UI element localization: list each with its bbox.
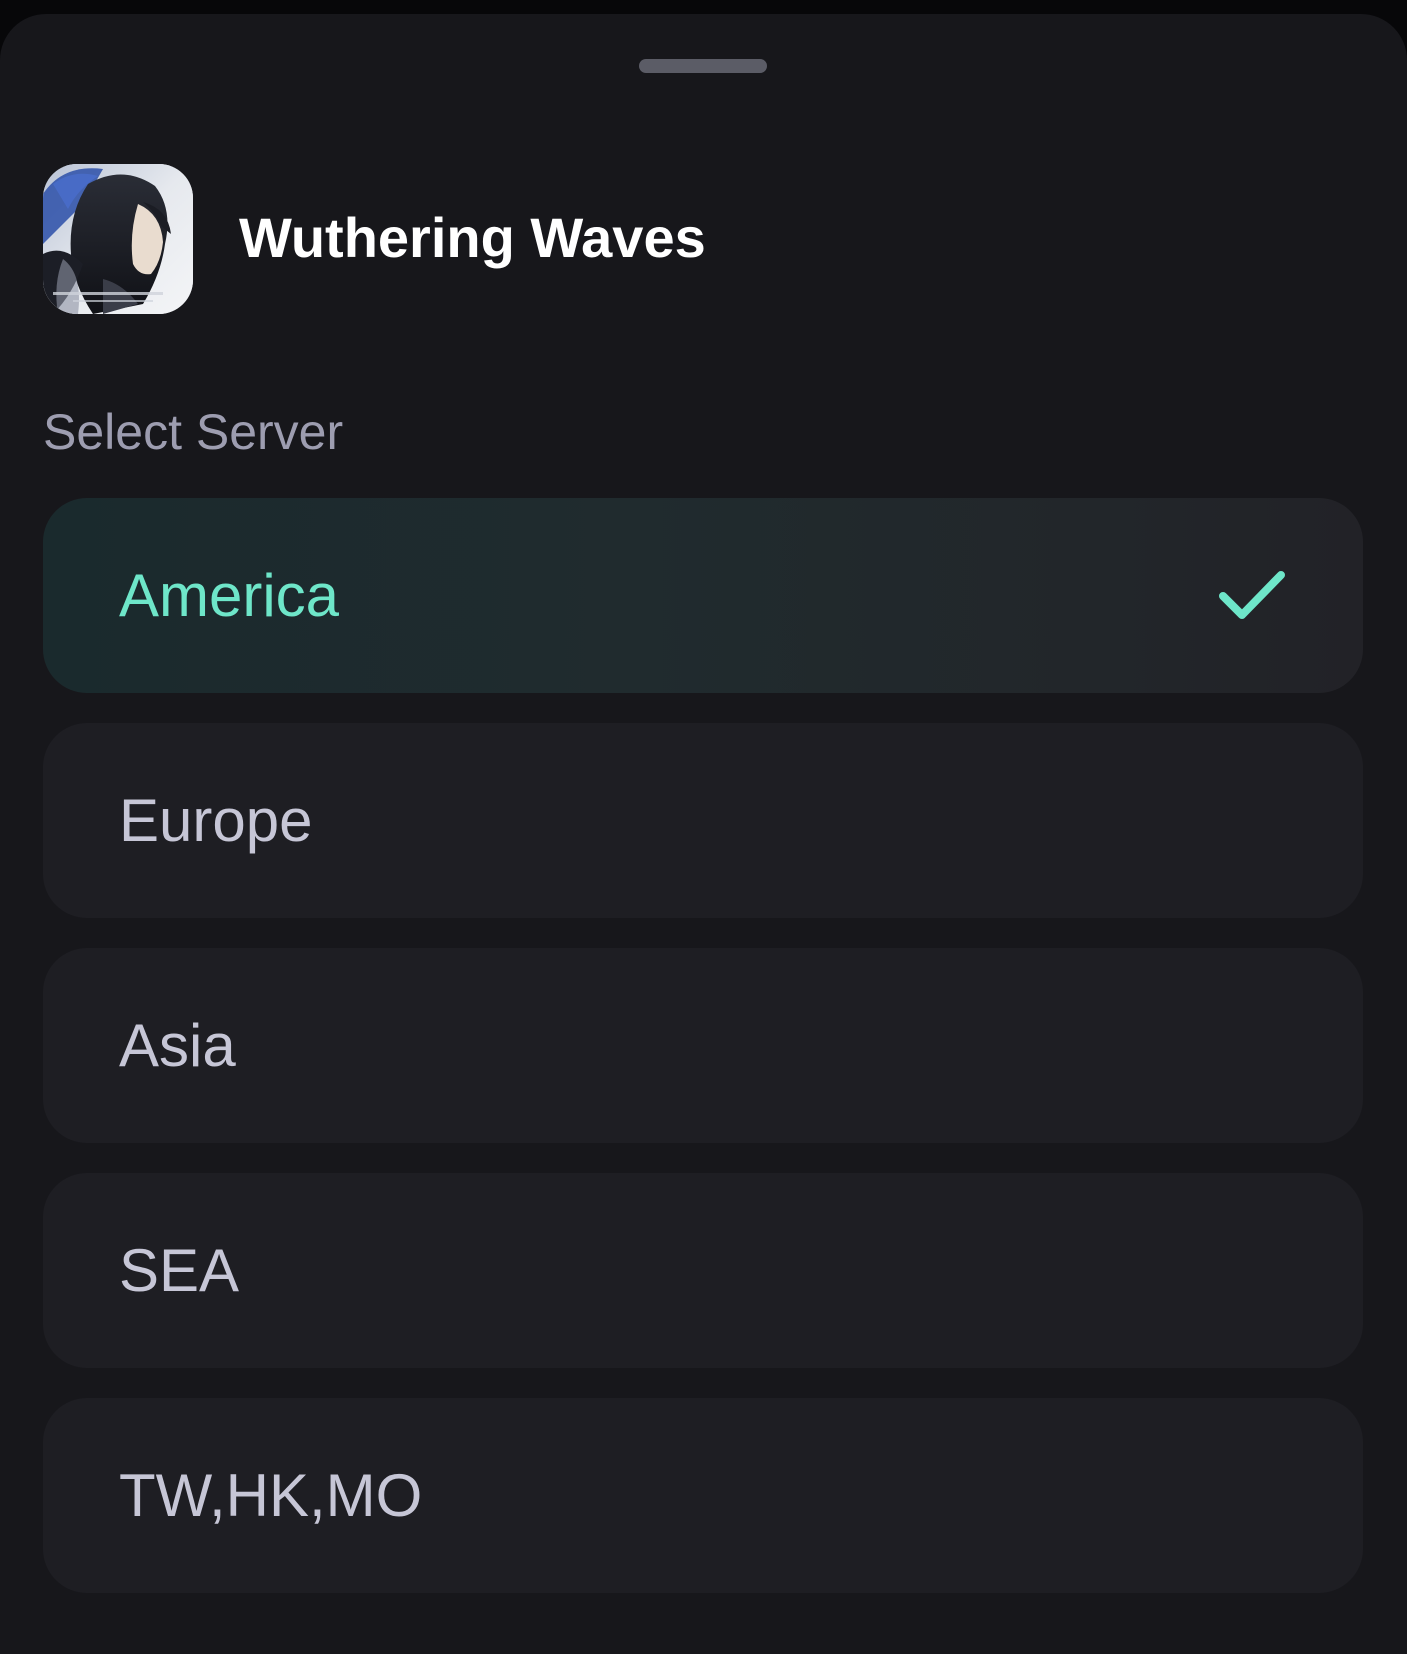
app-icon (43, 164, 193, 314)
server-option-asia[interactable]: Asia (43, 948, 1363, 1143)
server-list: America Europe Asia SEA TW,HK,MO (43, 498, 1363, 1623)
server-option-america[interactable]: America (43, 498, 1363, 693)
server-option-europe[interactable]: Europe (43, 723, 1363, 918)
server-option-tw-hk-mo[interactable]: TW,HK,MO (43, 1398, 1363, 1593)
server-option-label: TW,HK,MO (119, 1461, 423, 1529)
server-option-label: America (119, 561, 340, 629)
check-icon (1219, 570, 1285, 619)
server-option-label: Asia (119, 1011, 236, 1079)
select-server-label: Select Server (43, 404, 344, 460)
bottom-sheet: Wuthering Waves Select Server America Eu… (0, 14, 1407, 1654)
server-option-sea[interactable]: SEA (43, 1173, 1363, 1368)
server-option-label: SEA (119, 1236, 240, 1304)
server-option-label: Europe (119, 786, 313, 854)
drag-handle[interactable] (639, 59, 767, 73)
app-title: Wuthering Waves (239, 206, 706, 269)
